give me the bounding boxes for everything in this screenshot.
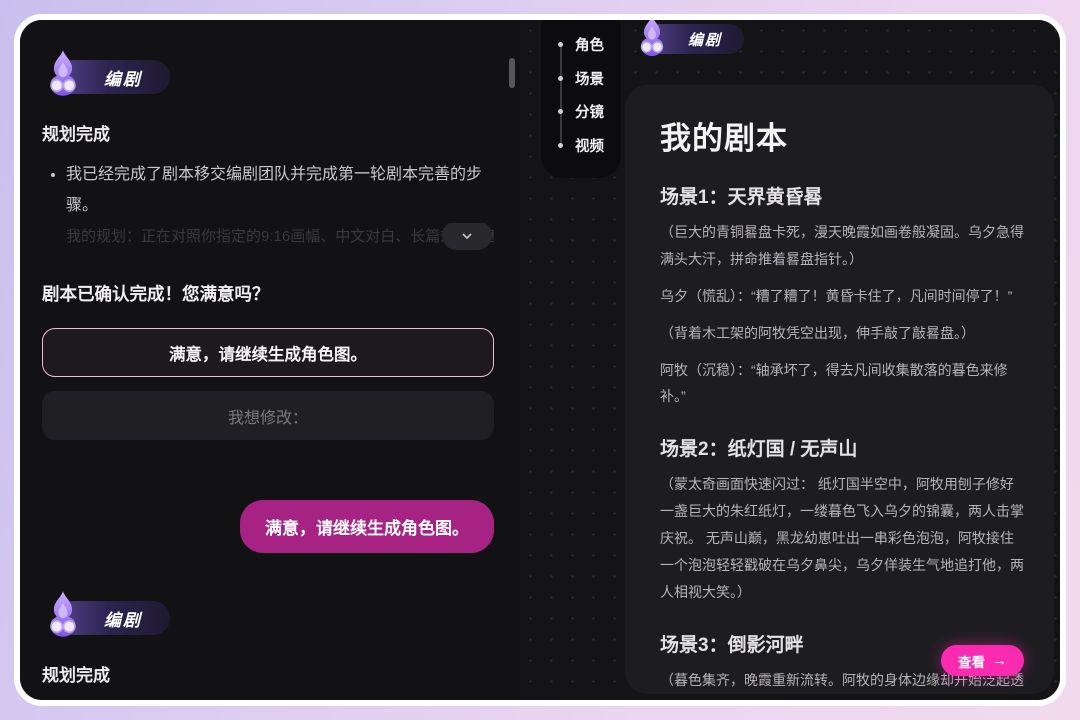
step-nav-label: 场景 — [575, 68, 604, 89]
stage-agent-badge-wrap: 编剧 — [636, 24, 744, 54]
satisfied-continue-button[interactable]: 满意，请继续生成角色图。 — [42, 328, 494, 377]
script-card: 我的剧本 场景1：天界黄昏晷 （巨大的青铜晷盘卡死，漫天晚霞如画卷般凝固。乌夕急得… — [625, 85, 1054, 694]
window-frame: 编剧 规划完成 我已经完成了剧本移交编剧团队并完成第一轮剧本完善的步骤。 我的规… — [0, 0, 1080, 720]
step-nav-label: 视频 — [575, 135, 604, 156]
chevron-down-icon — [459, 228, 475, 244]
script-stage: 角色场景分镜视频 编剧 我的剧本 场景1：天界黄昏晷 （巨大的青铜晷盘卡死，漫天晚… — [520, 20, 1060, 700]
step-dot-icon — [558, 42, 563, 47]
status-text: 规划完成 — [42, 661, 494, 686]
step-dot-icon — [558, 143, 563, 148]
scene-paragraph: （背着木工架的阿牧凭空出现，伸手敲了敲晷盘。） — [660, 320, 1024, 347]
confirm-question: 剧本已确认完成！您满意吗？ — [42, 281, 494, 306]
view-button-label: 查看 — [958, 651, 985, 671]
arrow-right-icon: → — [992, 653, 1007, 668]
agent-message-2: 编剧 规划完成 导演，您确认对已完成的剧本满意，接下来要推进角色图生成的工作对吧… — [42, 601, 494, 706]
app-surface: 编剧 规划完成 我已经完成了剧本移交编剧团队并完成第一轮剧本完善的步骤。 我的规… — [14, 14, 1066, 706]
flame-agent-avatar-icon — [40, 48, 86, 98]
collapsed-preview-text: 我的规划：正在对照你指定的9:16画幅、中文对白、长篇规格完善剧本…… — [42, 223, 494, 251]
user-message-row: 满意，请继续生成角色图。 — [42, 500, 494, 553]
bullet-item: 导演，您确认对已完成的剧本满意，接下来要推进角色图生成的工作对吧？ — [66, 700, 494, 706]
pipeline-step-nav: 角色场景分镜视频 — [541, 14, 621, 178]
scene-list: 场景1：天界黄昏晷 （巨大的青铜晷盘卡死，漫天晚霞如画卷般凝固。乌夕急得满头大汗，… — [660, 182, 1024, 694]
step-nav-item-3[interactable]: 分镜 — [558, 95, 621, 129]
script-title: 我的剧本 — [660, 113, 1024, 158]
step-nav-label: 分镜 — [575, 101, 604, 122]
step-dot-icon — [558, 109, 563, 114]
flame-agent-avatar-icon — [40, 589, 86, 639]
user-message-bubble: 满意，请继续生成角色图。 — [240, 500, 494, 553]
collapse-button[interactable] — [442, 223, 492, 250]
step-nav-item-2[interactable]: 场景 — [558, 62, 621, 96]
bullet-item: 我已经完成了剧本移交编剧团队并完成第一轮剧本完善的步骤。 — [66, 159, 494, 221]
agent-badge: 编剧 — [56, 60, 170, 94]
agent-message-1: 编剧 规划完成 我已经完成了剧本移交编剧团队并完成第一轮剧本完善的步骤。 我的规… — [42, 60, 494, 440]
step-dot-icon — [558, 76, 563, 81]
scene-paragraph: 阿牧（沉稳）：“轴承坏了，得去凡间收集散落的暮色来修补。” — [660, 357, 1024, 411]
modify-button[interactable]: 我想修改： — [42, 391, 494, 440]
scene-paragraph: （蒙太奇画面快速闪过： 纸灯国半空中，阿牧用刨子修好一盏巨大的朱红纸灯，一缕暮色… — [660, 471, 1024, 605]
scene-heading-1: 场景1：天界黄昏晷 — [660, 182, 1024, 209]
message-bullets: 导演，您确认对已完成的剧本满意，接下来要推进角色图生成的工作对吧？ — [42, 700, 494, 706]
message-bullets: 我已经完成了剧本移交编剧团队并完成第一轮剧本完善的步骤。 — [42, 159, 494, 221]
collapsed-preview-row: 我的规划：正在对照你指定的9:16画幅、中文对白、长篇规格完善剧本…… — [42, 223, 494, 251]
step-nav-item-1[interactable]: 角色 — [558, 28, 621, 62]
view-button[interactable]: 查看 → — [941, 645, 1024, 676]
chat-panel: 编剧 规划完成 我已经完成了剧本移交编剧团队并完成第一轮剧本完善的步骤。 我的规… — [20, 20, 520, 700]
step-nav-item-4[interactable]: 视频 — [558, 129, 621, 163]
status-text: 规划完成 — [42, 120, 494, 145]
step-nav-label: 角色 — [575, 34, 604, 55]
scene-paragraph: （巨大的青铜晷盘卡死，漫天晚霞如画卷般凝固。乌夕急得满头大汗，拼命推着晷盘指针。… — [660, 219, 1024, 273]
chat-scrollbar-thumb[interactable] — [509, 58, 515, 88]
agent-badge: 编剧 — [56, 601, 170, 635]
flame-agent-avatar-icon — [632, 14, 672, 58]
scene-paragraph: 乌夕（慌乱）：“糟了糟了！黄昏卡住了，凡间时间停了！” — [660, 283, 1024, 310]
scene-heading-2: 场景2：纸灯国 / 无声山 — [660, 434, 1024, 461]
agent-badge: 编剧 — [646, 24, 744, 54]
